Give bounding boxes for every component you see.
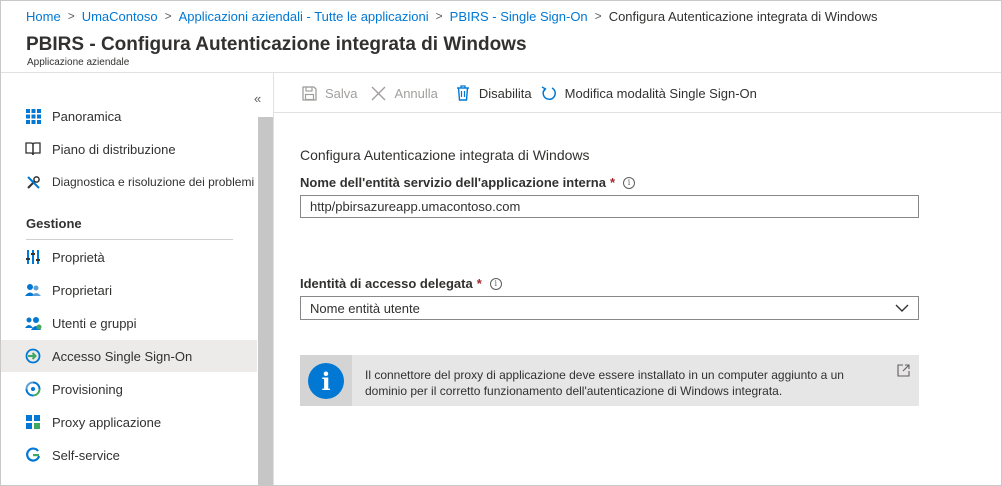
info-icon[interactable]: i bbox=[489, 277, 502, 290]
disable-button[interactable]: Disabilita bbox=[454, 84, 532, 102]
page-subtitle: Applicazione aziendale bbox=[27, 57, 130, 68]
info-message-text: Il connettore del proxy di applicazione … bbox=[365, 368, 844, 398]
cancel-button[interactable]: Annulla bbox=[370, 84, 438, 102]
change-sso-mode-label: Modifica modalità Single Sign-On bbox=[564, 85, 757, 101]
chevron-right-icon: > bbox=[594, 9, 602, 23]
sidebar-item-label: Proprietà bbox=[52, 249, 105, 265]
info-circle-glyph: i bbox=[321, 367, 330, 396]
sidebar-item-sso[interactable]: Accesso Single Sign-On bbox=[1, 340, 257, 372]
sidebar-item-label: Accesso Single Sign-On bbox=[52, 348, 193, 364]
spn-input[interactable] bbox=[300, 195, 919, 218]
trash-icon bbox=[454, 84, 472, 102]
owners-icon bbox=[24, 281, 42, 299]
command-bar: Salva Annulla Disabilita Modifica modali… bbox=[300, 82, 769, 104]
content-divider bbox=[273, 73, 274, 485]
sidebar-item-label: Proxy applicazione bbox=[52, 414, 162, 430]
sidebar-section-divider bbox=[26, 239, 233, 240]
book-icon bbox=[24, 140, 42, 158]
sidebar-item-label: Piano di distribuzione bbox=[52, 141, 176, 157]
sidebar-item-overview[interactable]: Panoramica bbox=[1, 100, 257, 132]
sidebar-item-label: Self-service bbox=[52, 447, 120, 463]
close-icon bbox=[370, 84, 388, 102]
breadcrumb-home[interactable]: Home bbox=[26, 9, 61, 24]
delegated-identity-label-text: Identità di accesso delegata bbox=[300, 276, 473, 291]
form-section-title: Configura Autenticazione integrata di Wi… bbox=[300, 147, 590, 163]
sidebar-item-label: Proprietari bbox=[52, 282, 112, 298]
save-label: Salva bbox=[325, 85, 358, 101]
required-marker: * bbox=[609, 175, 616, 190]
sidebar-item-label: Panoramica bbox=[52, 108, 122, 124]
info-message-bar: i Il connettore del proxy di applicazion… bbox=[300, 355, 919, 406]
wrench-icon bbox=[24, 173, 42, 191]
app-proxy-icon bbox=[24, 413, 42, 431]
info-circle-icon: i bbox=[300, 355, 352, 406]
sidebar-item-diagnose[interactable]: Diagnostica e risoluzione dei problemi bbox=[1, 166, 257, 198]
chevron-right-icon: > bbox=[435, 9, 443, 23]
users-groups-icon bbox=[24, 314, 42, 332]
breadcrumb-tenant[interactable]: UmaContoso bbox=[82, 9, 158, 24]
sidebar-item-deployment-plan[interactable]: Piano di distribuzione bbox=[1, 133, 257, 165]
cancel-label: Annulla bbox=[394, 85, 438, 101]
sidebar-item-label: Diagnostica e risoluzione dei problemi bbox=[52, 175, 255, 189]
page-title: PBIRS - Configura Autenticazione integra… bbox=[26, 34, 527, 55]
disable-label: Disabilita bbox=[478, 85, 532, 101]
change-sso-mode-button[interactable]: Modifica modalità Single Sign-On bbox=[540, 84, 757, 102]
breadcrumb-current: Configura Autenticazione integrata di Wi… bbox=[608, 8, 878, 24]
breadcrumb-enterprise-apps[interactable]: Applicazioni aziendali - Tutte le applic… bbox=[179, 9, 429, 24]
sidebar-item-app-proxy[interactable]: Proxy applicazione bbox=[1, 406, 257, 438]
save-button[interactable]: Salva bbox=[300, 84, 358, 102]
spn-label-text: Nome dell'entità servizio dell'applicazi… bbox=[300, 175, 606, 190]
properties-icon bbox=[24, 248, 42, 266]
required-marker: * bbox=[476, 276, 482, 291]
delegated-identity-label: Identità di accesso delegata * i bbox=[300, 276, 502, 291]
sidebar-scrollbar[interactable] bbox=[258, 117, 273, 485]
sidebar-item-users-groups[interactable]: Utenti e gruppi bbox=[1, 307, 257, 339]
toolbar-divider bbox=[274, 112, 1001, 113]
sidebar-section-manage: Gestione bbox=[26, 216, 82, 231]
sso-icon bbox=[24, 347, 42, 365]
undo-icon bbox=[540, 84, 558, 102]
chevron-down-icon bbox=[895, 301, 909, 316]
external-link-icon[interactable] bbox=[897, 364, 910, 382]
delegated-identity-dropdown[interactable]: Nome entità utente bbox=[300, 296, 919, 320]
sidebar-item-self-service[interactable]: Self-service bbox=[1, 439, 257, 471]
grid-icon bbox=[24, 107, 42, 125]
provisioning-icon bbox=[24, 380, 42, 398]
sidebar-item-label: Provisioning bbox=[52, 381, 123, 397]
sidebar-item-label: Utenti e gruppi bbox=[52, 315, 137, 331]
save-icon bbox=[300, 84, 318, 102]
sidebar-item-properties[interactable]: Proprietà bbox=[1, 241, 257, 273]
breadcrumb-app-sso[interactable]: PBIRS - Single Sign-On bbox=[450, 9, 588, 24]
sidebar-item-provisioning[interactable]: Provisioning bbox=[1, 373, 257, 405]
breadcrumb: Home > UmaContoso > Applicazioni azienda… bbox=[26, 7, 878, 25]
spn-label: Nome dell'entità servizio dell'applicazi… bbox=[300, 175, 636, 190]
chevron-right-icon: > bbox=[164, 9, 172, 23]
self-service-icon bbox=[24, 446, 42, 464]
sidebar-item-owners[interactable]: Proprietari bbox=[1, 274, 257, 306]
chevron-right-icon: > bbox=[67, 9, 75, 23]
dropdown-selected-value: Nome entità utente bbox=[310, 300, 420, 316]
info-icon[interactable]: i bbox=[623, 176, 636, 189]
